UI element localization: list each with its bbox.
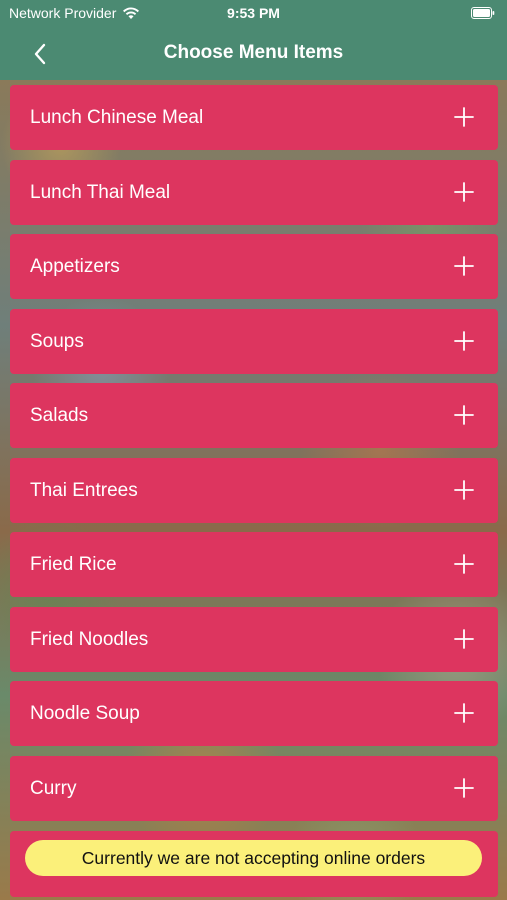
menu-category-thai-entrees[interactable]: Thai Entrees <box>10 457 498 523</box>
menu-category-label: Lunch Chinese Meal <box>30 107 204 128</box>
menu-category-label: Lunch Thai Meal <box>30 181 171 203</box>
menu-category-noodle-soup[interactable]: Noodle Soup <box>10 681 498 746</box>
menu-category-lunch-chinese-meal[interactable]: Lunch Chinese Meal <box>10 85 498 150</box>
plus-icon[interactable] <box>454 107 474 127</box>
menu-category-salads[interactable]: Salads <box>10 383 498 448</box>
menu-category-label: Salads <box>30 405 89 426</box>
menu-category-label: Fried Rice <box>30 554 117 575</box>
menu-category-appetizers[interactable]: Appetizers <box>10 234 498 299</box>
plus-icon[interactable] <box>454 405 474 425</box>
nav-bar: Choose Menu Items <box>0 28 507 80</box>
plus-icon[interactable] <box>454 703 474 723</box>
menu-category-fried-rice[interactable]: Fried Rice <box>10 532 498 597</box>
menu-category-label: Curry <box>30 777 77 799</box>
menu-category-soups[interactable]: Soups <box>10 308 498 374</box>
plus-icon[interactable] <box>454 330 474 351</box>
status-bar: Network Provider 9:53 PM <box>0 0 507 28</box>
plus-icon[interactable] <box>454 256 474 276</box>
status-time: 9:53 PM <box>227 5 280 21</box>
menu-category-fried-noodles[interactable]: Fried Noodles <box>10 606 498 672</box>
menu-category-label: Noodle Soup <box>30 703 140 724</box>
menu-content: Lunch Chinese Meal Lunch Thai Meal Appet… <box>0 80 507 900</box>
menu-category-label: Soups <box>30 330 84 352</box>
menu-category-lunch-thai-meal[interactable]: Lunch Thai Meal <box>10 159 498 225</box>
plus-icon[interactable] <box>454 181 474 202</box>
menu-category-label: Appetizers <box>30 256 120 277</box>
menu-category-curry[interactable]: Curry <box>10 755 498 821</box>
plus-icon[interactable] <box>454 777 474 798</box>
menu-category-label: Thai Entrees <box>30 479 138 501</box>
page-title: Choose Menu Items <box>163 42 344 63</box>
app-header: Network Provider 9:53 PM Choose Menu Ite… <box>0 0 507 80</box>
battery-icon <box>471 7 495 19</box>
menu-category-label: Fried Noodles <box>30 628 149 650</box>
order-notice-panel: Currently we are not accepting online or… <box>10 831 498 897</box>
plus-icon[interactable] <box>454 554 474 574</box>
plus-icon[interactable] <box>454 479 474 500</box>
plus-icon[interactable] <box>454 628 474 649</box>
order-status-banner: Currently we are not accepting online or… <box>25 840 482 876</box>
menu-category-list: Lunch Chinese Meal Lunch Thai Meal Appet… <box>10 85 498 830</box>
